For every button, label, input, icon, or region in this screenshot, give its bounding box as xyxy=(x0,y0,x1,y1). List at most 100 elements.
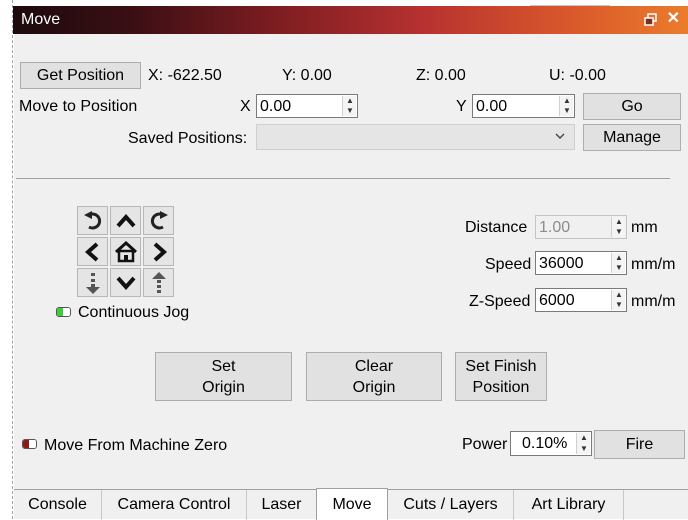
jog-up-button[interactable] xyxy=(110,206,141,235)
spin-down-icon[interactable]: ▼ xyxy=(577,444,591,455)
rotate-ccw-button[interactable] xyxy=(77,206,108,235)
y-readout: Y: 0.00 xyxy=(282,67,332,84)
move-y-field[interactable]: 0.00 ▲ ▼ xyxy=(472,94,575,118)
spin-up-icon[interactable]: ▲ xyxy=(560,96,574,106)
clear-origin-line1: Clear xyxy=(354,357,394,375)
move-y-stepper[interactable]: ▲ ▼ xyxy=(559,96,573,116)
distance-value: 1.00 xyxy=(539,219,571,236)
tab-camera-control[interactable]: Camera Control xyxy=(102,490,247,520)
rotate-cw-button[interactable] xyxy=(143,206,174,235)
tab-art-library[interactable]: Art Library xyxy=(514,490,624,520)
spin-up-icon[interactable]: ▲ xyxy=(612,290,626,300)
z-speed-value: 6000 xyxy=(539,292,575,309)
get-position-button[interactable]: Get Position xyxy=(20,62,141,89)
spin-up-icon[interactable]: ▲ xyxy=(343,96,357,106)
tab-laser[interactable]: Laser xyxy=(247,490,317,520)
jog-left-button[interactable] xyxy=(77,237,108,266)
clear-origin-line2: Origin xyxy=(352,378,396,396)
manage-button[interactable]: Manage xyxy=(583,124,681,151)
speed-field[interactable]: 36000 ▲ ▼ xyxy=(535,251,627,275)
speed-label: Speed xyxy=(485,256,532,273)
move-y-label: Y xyxy=(456,98,467,115)
move-x-stepper[interactable]: ▲ ▼ xyxy=(342,96,356,116)
fire-button[interactable]: Fire xyxy=(594,430,685,459)
saved-positions-dropdown[interactable] xyxy=(256,124,575,150)
spin-down-icon: ▼ xyxy=(615,227,623,236)
tab-label: Move xyxy=(332,495,372,513)
distance-stepper: ▲ ▼ xyxy=(611,217,625,237)
power-field[interactable]: 0.10% ▲ ▼ xyxy=(510,431,592,456)
z-speed-unit: mm/m xyxy=(631,293,676,310)
spin-up-icon[interactable]: ▲ xyxy=(577,433,591,444)
move-from-machine-zero-label: Move From Machine Zero xyxy=(44,437,228,454)
home-button[interactable] xyxy=(110,237,141,266)
u-readout: U: -0.00 xyxy=(549,67,606,84)
set-finish-line1: Set Finish xyxy=(465,357,537,375)
z-down-button[interactable] xyxy=(77,268,108,297)
set-origin-button[interactable]: Set Origin xyxy=(155,352,292,401)
rotate-cw-icon xyxy=(150,210,168,229)
tab-label: Cuts / Layers xyxy=(403,496,498,513)
move-x-value: 0.00 xyxy=(260,98,292,115)
spin-down-icon[interactable]: ▼ xyxy=(612,263,626,273)
distance-unit: mm xyxy=(631,219,658,236)
speed-unit: mm/m xyxy=(631,256,676,273)
tab-label: Camera Control xyxy=(117,496,231,513)
continuous-jog-toggle[interactable] xyxy=(56,307,71,317)
spin-down-icon[interactable]: ▼ xyxy=(343,106,357,116)
move-from-machine-zero-toggle[interactable] xyxy=(22,439,37,449)
set-finish-position-button[interactable]: Set Finish Position xyxy=(455,352,547,401)
set-finish-line2: Position xyxy=(472,378,530,396)
arrow-up-icon xyxy=(116,213,135,227)
tab-console[interactable]: Console xyxy=(14,490,102,520)
home-icon xyxy=(114,240,137,262)
move-y-value: 0.00 xyxy=(476,98,508,115)
divider xyxy=(16,178,670,179)
spin-down-icon[interactable]: ▼ xyxy=(560,106,574,116)
close-icon[interactable]: ✕ xyxy=(667,11,680,27)
spin-down-icon[interactable]: ▼ xyxy=(612,300,626,310)
tab-move[interactable]: Move xyxy=(316,488,388,520)
window-title: Move xyxy=(21,11,61,28)
restore-window-icon[interactable] xyxy=(644,13,658,27)
tab-label: Art Library xyxy=(531,496,606,513)
spin-up-icon[interactable]: ▲ xyxy=(612,253,626,263)
distance-label: Distance xyxy=(465,219,528,236)
x-readout: X: -622.50 xyxy=(148,67,222,84)
jog-down-button[interactable] xyxy=(110,268,141,297)
tab-label: Console xyxy=(28,496,87,513)
go-button[interactable]: Go xyxy=(583,93,681,120)
distance-field: 1.00 ▲ ▼ xyxy=(535,215,627,239)
power-stepper[interactable]: ▲ ▼ xyxy=(576,433,590,454)
tab-cuts-layers[interactable]: Cuts / Layers xyxy=(388,490,514,520)
dock-edge xyxy=(0,0,13,519)
power-label: Power xyxy=(462,436,508,453)
tab-label: Laser xyxy=(261,496,302,513)
move-x-field[interactable]: 0.00 ▲ ▼ xyxy=(256,94,358,118)
speed-stepper[interactable]: ▲ ▼ xyxy=(611,253,625,273)
clear-origin-button[interactable]: Clear Origin xyxy=(306,352,442,401)
spin-up-icon: ▲ xyxy=(615,217,623,226)
set-origin-line2: Origin xyxy=(202,378,245,396)
z-speed-stepper[interactable]: ▲ ▼ xyxy=(611,290,625,310)
set-origin-line1: Set xyxy=(211,357,236,375)
rotate-ccw-icon xyxy=(83,210,101,229)
saved-positions-label: Saved Positions: xyxy=(128,130,248,147)
z-speed-field[interactable]: 6000 ▲ ▼ xyxy=(535,288,627,312)
tab-bar: Console Camera Control Laser Move Cuts /… xyxy=(14,488,688,520)
continuous-jog-label: Continuous Jog xyxy=(78,304,190,321)
move-to-position-label: Move to Position xyxy=(19,98,138,115)
z-up-icon xyxy=(151,271,166,293)
move-x-label: X xyxy=(240,98,251,115)
z-speed-label: Z-Speed xyxy=(469,293,531,310)
z-readout: Z: 0.00 xyxy=(416,67,466,84)
arrow-down-icon xyxy=(116,276,135,290)
power-value: 0.10% xyxy=(522,435,568,452)
speed-value: 36000 xyxy=(539,255,584,272)
window-titlebar[interactable]: Move ✕ xyxy=(13,6,688,34)
arrow-left-icon xyxy=(84,242,98,261)
arrow-right-icon xyxy=(153,242,167,261)
chevron-down-icon xyxy=(555,133,565,139)
jog-right-button[interactable] xyxy=(143,237,174,266)
z-up-button[interactable] xyxy=(143,268,174,297)
